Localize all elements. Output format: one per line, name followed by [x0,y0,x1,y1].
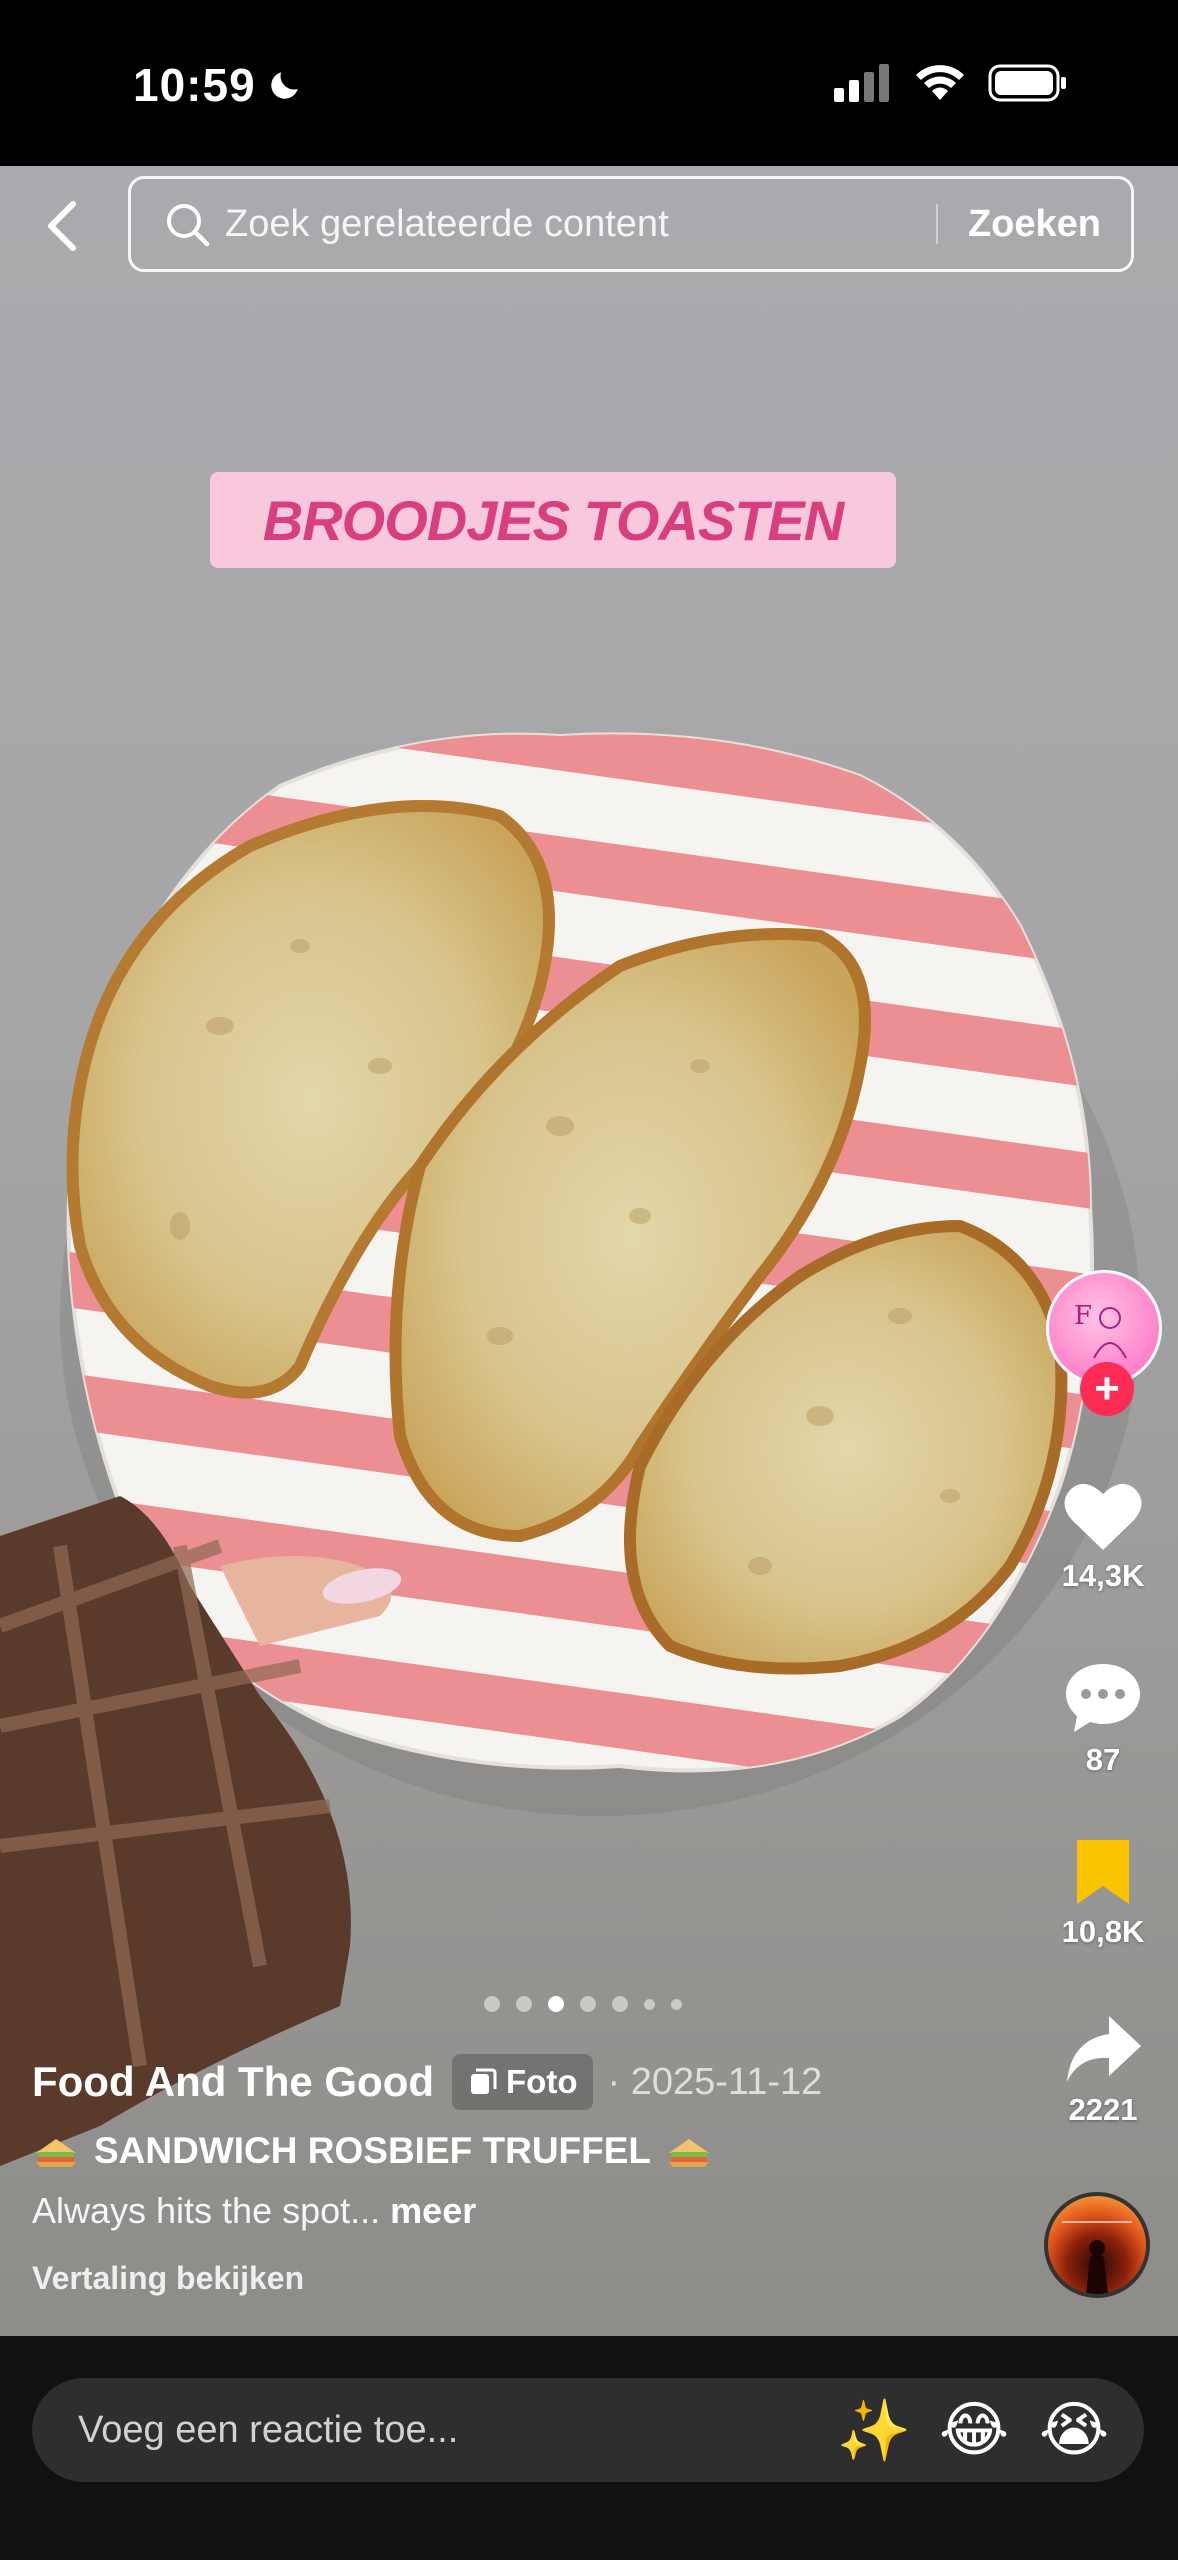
carousel-dot [612,1996,628,2012]
comment-icon [1066,1664,1140,1732]
crying-emoji-button[interactable]: 😭 [1024,2395,1124,2465]
search-submit-button[interactable]: Zoeken [938,203,1131,246]
search-icon [161,198,213,250]
share-count: 2221 [1068,2092,1138,2127]
photo-type-badge: Foto [452,2054,594,2110]
save-button[interactable]: 10,8K [1028,1836,1178,1950]
status-bar: 10:59 [0,0,1178,166]
carousel-indicator [484,1996,682,2012]
back-button[interactable] [34,198,90,254]
caption-title-text: SANDWICH ROSBIEF TRUFFEL [94,2130,652,2171]
like-count: 14,3K [1061,1558,1145,1593]
wifi-icon [916,65,964,100]
post-date: · 2025-11-12 [607,2060,823,2103]
bookmark-icon [1077,1840,1129,1904]
music-cover-icon [1062,2221,1132,2294]
comment-button[interactable]: 87 [1028,1660,1178,1778]
author-row: Food And The Good Foto · 2025-11-12 [32,2052,1012,2112]
carousel-dot-active [548,1996,564,2012]
photo-type-label: Foto [506,2063,578,2100]
caption-body: Always hits the spot... [32,2190,381,2231]
title-overlay-text: BROODJES TOASTEN [262,488,844,552]
laughing-emoji-button[interactable]: 😂 [924,2395,1024,2465]
music-disc[interactable] [1044,2192,1150,2298]
status-time: 10:59 [133,58,304,112]
carousel-dot [580,1996,596,2012]
sandwich-emoji-icon [36,2139,76,2167]
status-icons [834,64,1068,102]
carousel-dot [671,1998,682,2010]
search-bar[interactable]: Zoek gerelateerde content Zoeken [128,176,1134,272]
caption-title: SANDWICH ROSBIEF TRUFFEL [32,2130,1012,2172]
bottom-bar: Voeg een reactie toe... ✨ 😂 😭 [0,2336,1178,2560]
status-time-text: 10:59 [133,59,256,111]
search-input[interactable]: Zoek gerelateerde content [225,203,936,246]
author-name[interactable]: Food And The Good [32,2058,434,2106]
photo-stack-icon [471,2068,497,2094]
moon-icon [270,72,298,99]
chevron-left-icon [48,201,76,251]
heart-icon [1064,1483,1142,1550]
translate-link[interactable]: Vertaling bekijken [32,2260,1012,2297]
sparkles-emoji-button[interactable]: ✨ [824,2395,924,2466]
comment-placeholder[interactable]: Voeg een reactie toe... [78,2409,824,2452]
creator-logo-icon: F [1074,1301,1127,1359]
battery-icon [988,64,1066,102]
comment-count: 87 [1085,1742,1121,1777]
carousel-dot [516,1996,532,2012]
title-overlay: BROODJES TOASTEN [210,472,896,568]
caption-text: Always hits the spot... meer [32,2190,1012,2232]
top-bar: Zoek gerelateerde content Zoeken [0,166,1178,286]
share-button[interactable]: 2221 [1028,2012,1178,2128]
save-count: 10,8K [1061,1914,1145,1949]
sandwich-emoji-icon [669,2139,710,2167]
carousel-dot [484,1996,500,2012]
post-caption: Food And The Good Foto · 2025-11-12 SAND… [32,2052,1012,2297]
follow-button[interactable]: + [1080,1362,1134,1416]
carousel-dot [644,1998,655,2010]
like-button[interactable]: 14,3K [1028,1478,1178,1594]
share-arrow-icon [1067,2016,1141,2082]
comment-input[interactable]: Voeg een reactie toe... ✨ 😂 😭 [32,2378,1144,2482]
svg-text:F: F [1074,1301,1092,1331]
cellular-signal-icon [834,64,889,102]
more-link[interactable]: meer [390,2190,476,2231]
